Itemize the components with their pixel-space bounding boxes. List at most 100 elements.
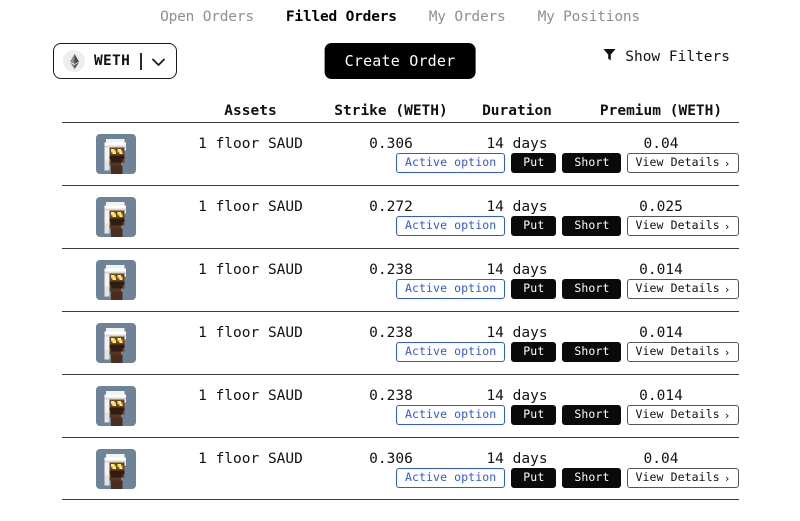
ethereum-diamond-icon bbox=[63, 50, 85, 72]
option-side-badge[interactable]: Short bbox=[562, 468, 621, 488]
table-row[interactable]: 1 floor SAUD 0.306 14 days 0.04 Active o… bbox=[62, 437, 739, 500]
chevron-right-icon: › bbox=[724, 221, 731, 232]
nft-avatar bbox=[96, 134, 136, 174]
asset-avatar-cell bbox=[62, 449, 170, 489]
tab-my-positions[interactable]: My Positions bbox=[538, 9, 640, 25]
tab-my-orders[interactable]: My Orders bbox=[429, 9, 506, 25]
asset-name: 1 floor SAUD bbox=[170, 197, 332, 215]
chevron-right-icon: › bbox=[724, 410, 731, 421]
table-row[interactable]: 1 floor SAUD 0.238 14 days 0.014 Active … bbox=[62, 311, 739, 374]
main-nav: Open Orders Filled Orders My Orders My P… bbox=[0, 0, 800, 28]
nft-avatar bbox=[96, 197, 136, 237]
row-badges: Active option Put Short View Details › bbox=[396, 216, 739, 236]
option-side-badge[interactable]: Short bbox=[562, 153, 621, 173]
view-details-button[interactable]: View Details › bbox=[627, 468, 738, 488]
row-badges: Active option Put Short View Details › bbox=[396, 342, 739, 362]
asset-avatar-cell bbox=[62, 386, 170, 426]
duration-value: 14 days bbox=[451, 260, 584, 278]
column-header-strike: Strike (WETH) bbox=[332, 103, 451, 119]
duration-value: 14 days bbox=[451, 449, 584, 467]
asset-name: 1 floor SAUD bbox=[170, 386, 332, 404]
column-header-premium: Premium (WETH) bbox=[584, 103, 739, 119]
view-details-label: View Details bbox=[635, 472, 719, 484]
table-header-row: Assets Strike (WETH) Duration Premium (W… bbox=[62, 90, 739, 122]
view-details-label: View Details bbox=[635, 220, 719, 232]
option-side-badge[interactable]: Short bbox=[562, 405, 621, 425]
column-header-duration: Duration bbox=[451, 103, 584, 119]
view-details-label: View Details bbox=[635, 283, 719, 295]
chevron-right-icon: › bbox=[724, 347, 731, 358]
asset-avatar-cell bbox=[62, 260, 170, 300]
premium-value: 0.025 bbox=[584, 197, 739, 215]
asset-avatar-cell bbox=[62, 197, 170, 237]
token-selector[interactable]: WETH bbox=[53, 43, 177, 79]
view-details-button[interactable]: View Details › bbox=[627, 405, 738, 425]
asset-name: 1 floor SAUD bbox=[170, 134, 332, 152]
show-filters-button[interactable]: Show Filters bbox=[603, 48, 730, 65]
table-row[interactable]: 1 floor SAUD 0.272 14 days 0.025 Active … bbox=[62, 185, 739, 248]
token-selector-label: WETH bbox=[94, 53, 130, 69]
status-badge[interactable]: Active option bbox=[396, 216, 505, 236]
duration-value: 14 days bbox=[451, 323, 584, 341]
view-details-button[interactable]: View Details › bbox=[627, 279, 738, 299]
nft-avatar bbox=[96, 449, 136, 489]
orders-table: Assets Strike (WETH) Duration Premium (W… bbox=[62, 90, 739, 500]
table-body: 1 floor SAUD 0.306 14 days 0.04 Active o… bbox=[62, 122, 739, 500]
view-details-label: View Details bbox=[635, 346, 719, 358]
status-badge[interactable]: Active option bbox=[396, 405, 505, 425]
chevron-right-icon: › bbox=[724, 473, 731, 484]
premium-value: 0.014 bbox=[584, 386, 739, 404]
strike-value: 0.238 bbox=[332, 260, 451, 278]
duration-value: 14 days bbox=[451, 386, 584, 404]
view-details-label: View Details bbox=[635, 409, 719, 421]
status-badge[interactable]: Active option bbox=[396, 153, 505, 173]
filter-funnel-icon bbox=[603, 48, 616, 65]
duration-value: 14 days bbox=[451, 134, 584, 152]
option-side-badge[interactable]: Short bbox=[562, 216, 621, 236]
premium-value: 0.014 bbox=[584, 323, 739, 341]
create-order-button[interactable]: Create Order bbox=[325, 43, 476, 79]
chevron-right-icon: › bbox=[724, 158, 731, 169]
status-badge[interactable]: Active option bbox=[396, 342, 505, 362]
option-type-badge[interactable]: Put bbox=[511, 216, 556, 236]
table-row[interactable]: 1 floor SAUD 0.306 14 days 0.04 Active o… bbox=[62, 122, 739, 185]
asset-avatar-cell bbox=[62, 323, 170, 363]
nft-avatar bbox=[96, 386, 136, 426]
view-details-button[interactable]: View Details › bbox=[627, 153, 738, 173]
option-type-badge[interactable]: Put bbox=[511, 342, 556, 362]
option-side-badge[interactable]: Short bbox=[562, 342, 621, 362]
row-badges: Active option Put Short View Details › bbox=[396, 468, 739, 488]
premium-value: 0.014 bbox=[584, 260, 739, 278]
duration-value: 14 days bbox=[451, 197, 584, 215]
view-details-button[interactable]: View Details › bbox=[627, 216, 738, 236]
status-badge[interactable]: Active option bbox=[396, 279, 505, 299]
strike-value: 0.238 bbox=[332, 323, 451, 341]
strike-value: 0.306 bbox=[332, 134, 451, 152]
nft-avatar bbox=[96, 323, 136, 363]
view-details-label: View Details bbox=[635, 157, 719, 169]
option-side-badge[interactable]: Short bbox=[562, 279, 621, 299]
row-badges: Active option Put Short View Details › bbox=[396, 405, 739, 425]
column-header-assets: Assets bbox=[170, 103, 332, 119]
strike-value: 0.272 bbox=[332, 197, 451, 215]
show-filters-label: Show Filters bbox=[625, 49, 730, 65]
premium-value: 0.04 bbox=[584, 449, 739, 467]
table-row[interactable]: 1 floor SAUD 0.238 14 days 0.014 Active … bbox=[62, 248, 739, 311]
option-type-badge[interactable]: Put bbox=[511, 153, 556, 173]
tab-filled-orders[interactable]: Filled Orders bbox=[286, 9, 397, 25]
row-badges: Active option Put Short View Details › bbox=[396, 153, 739, 173]
table-row[interactable]: 1 floor SAUD 0.238 14 days 0.014 Active … bbox=[62, 374, 739, 437]
option-type-badge[interactable]: Put bbox=[511, 405, 556, 425]
premium-value: 0.04 bbox=[584, 134, 739, 152]
status-badge[interactable]: Active option bbox=[396, 468, 505, 488]
chevron-down-icon bbox=[152, 52, 165, 71]
view-details-button[interactable]: View Details › bbox=[627, 342, 738, 362]
token-selector-divider bbox=[140, 53, 142, 70]
strike-value: 0.306 bbox=[332, 449, 451, 467]
tab-open-orders[interactable]: Open Orders bbox=[160, 9, 254, 25]
asset-avatar-cell bbox=[62, 134, 170, 174]
option-type-badge[interactable]: Put bbox=[511, 468, 556, 488]
option-type-badge[interactable]: Put bbox=[511, 279, 556, 299]
chevron-right-icon: › bbox=[724, 284, 731, 295]
strike-value: 0.238 bbox=[332, 386, 451, 404]
